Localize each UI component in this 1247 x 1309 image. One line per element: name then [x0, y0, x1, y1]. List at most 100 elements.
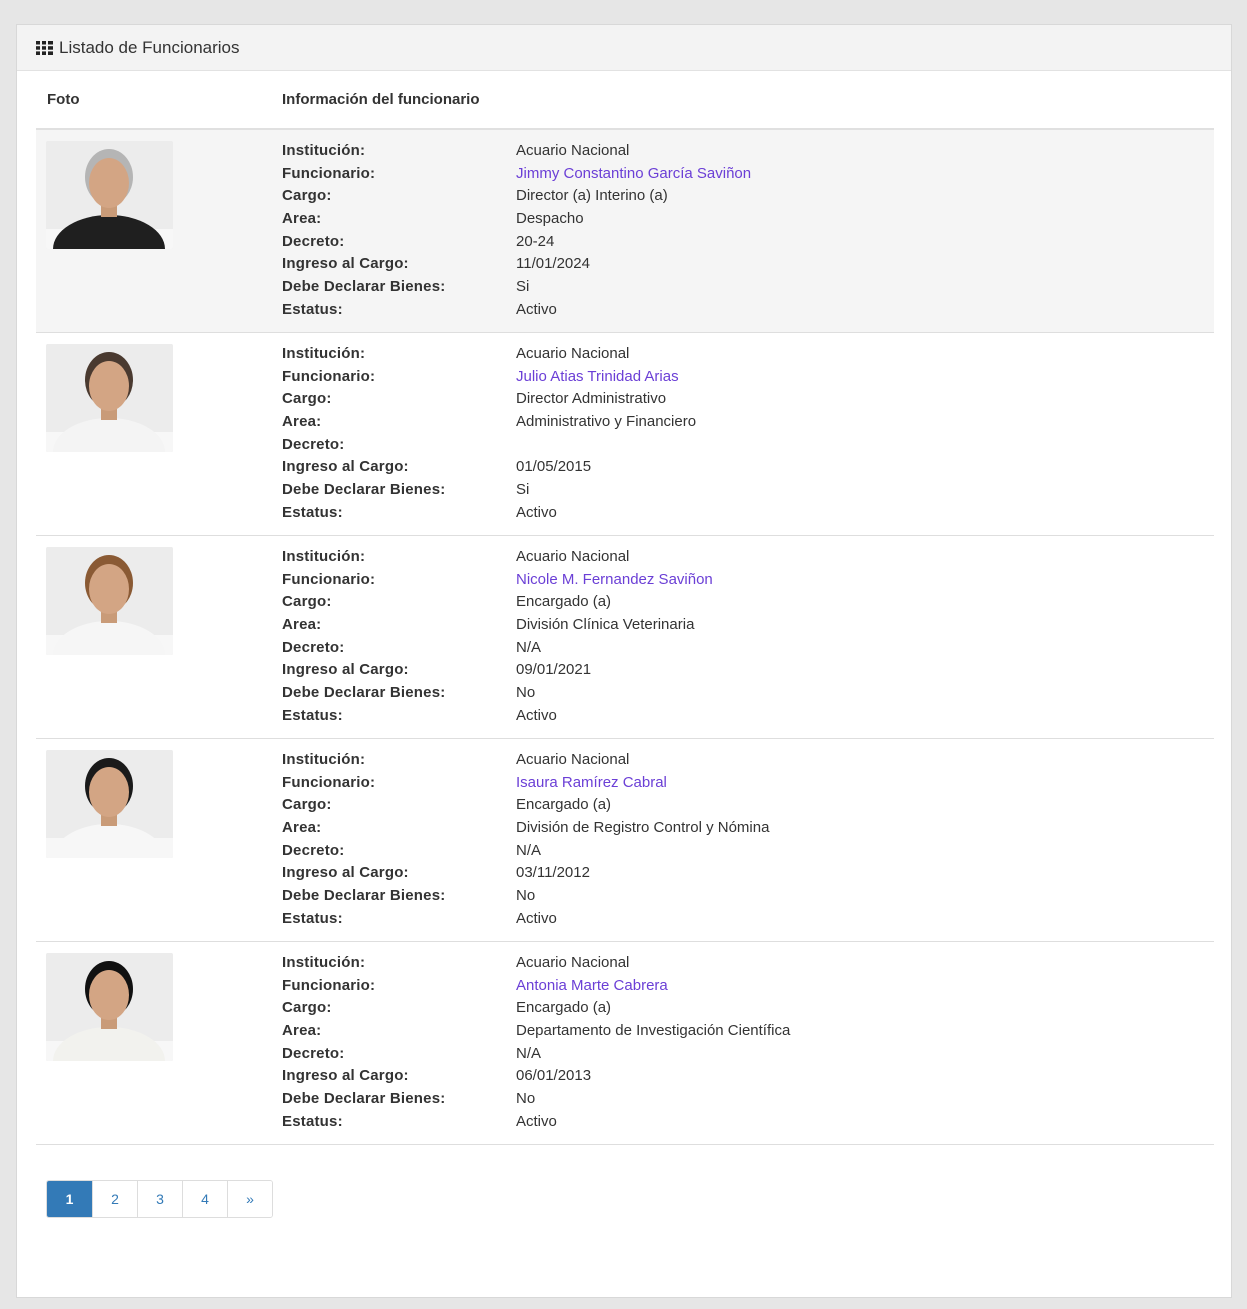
field-declarar: Debe Declarar Bienes: Si	[282, 275, 751, 298]
field-value: No	[516, 1089, 536, 1107]
page-4-button[interactable]: 4	[182, 1181, 227, 1217]
field-area: Area: División Clínica Veterinaria	[282, 613, 713, 636]
field-label: Area:	[282, 615, 322, 633]
field-value: Departamento de Investigación Científica	[516, 1021, 791, 1039]
funcionario-info: Institución: Acuario Nacional Funcionario:…	[282, 748, 769, 930]
funcionarios-table: Foto Información del funcionario Institu…	[36, 71, 1214, 1145]
field-value: 11/01/2024	[516, 255, 590, 273]
funcionario-link[interactable]: Jimmy Constantino García Saviñon	[516, 165, 751, 182]
field-estatus: Estatus: Activo	[282, 298, 751, 321]
field-value: Encargado (a)	[516, 593, 612, 611]
field-estatus: Estatus: Activo	[282, 907, 769, 930]
avatar	[46, 750, 173, 858]
field-value: 03/11/2012	[516, 864, 590, 882]
field-value: Activo	[516, 909, 557, 927]
field-label: Debe Declarar Bienes:	[282, 886, 446, 904]
field-decreto: Decreto: N/A	[282, 636, 713, 659]
field-label: Ingreso al Cargo:	[282, 661, 409, 679]
field-value: Despacho	[516, 209, 584, 227]
field-value: Director Administrativo	[516, 390, 667, 408]
table-header: Foto Información del funcionario	[36, 71, 1214, 130]
field-declarar: Debe Declarar Bienes: No	[282, 884, 769, 907]
table-body: Institución: Acuario Nacional Funcionario:…	[36, 130, 1214, 1145]
field-decreto: Decreto:	[282, 433, 696, 456]
field-funcionario: Funcionario: Julio Atias Trinidad Arias	[282, 365, 696, 388]
field-declarar: Debe Declarar Bienes: Si	[282, 478, 696, 501]
field-value: 20-24	[516, 232, 555, 250]
table-row-3: Institución: Acuario Nacional Funcionario:…	[36, 536, 1214, 739]
table-row-4: Institución: Acuario Nacional Funcionario:…	[36, 739, 1214, 942]
field-label: Funcionario:	[282, 164, 376, 182]
field-label: Cargo:	[282, 390, 332, 408]
field-label: Debe Declarar Bienes:	[282, 480, 446, 498]
field-funcionario: Funcionario: Antonia Marte Cabrera	[282, 974, 790, 997]
field-label: Decreto:	[282, 638, 345, 656]
funcionario-link[interactable]: Isaura Ramírez Cabral	[516, 774, 667, 791]
field-value: Si	[516, 480, 530, 498]
table-row-1: Institución: Acuario Nacional Funcionario:…	[36, 130, 1214, 333]
field-area: Area: Departamento de Investigación Cient…	[282, 1019, 790, 1042]
field-label: Estatus:	[282, 909, 343, 927]
page-next-button[interactable]: »	[227, 1181, 272, 1217]
field-value: Si	[516, 277, 530, 295]
field-label: Ingreso al Cargo:	[282, 1067, 409, 1085]
pagination: 1 2 3 4»	[46, 1180, 273, 1218]
field-label: Cargo:	[282, 999, 332, 1017]
table-row-2: Institución: Acuario Nacional Funcionario:…	[36, 333, 1214, 536]
field-label: Decreto:	[282, 1044, 345, 1062]
field-cargo: Cargo: Director (a) Interino (a)	[282, 184, 751, 207]
field-decreto: Decreto: N/A	[282, 839, 769, 862]
field-value: Acuario Nacional	[516, 547, 630, 565]
avatar	[46, 547, 173, 655]
field-label: Area:	[282, 1021, 322, 1039]
field-ingreso: Ingreso al Cargo: 06/01/2013	[282, 1064, 790, 1087]
field-estatus: Estatus: Activo	[282, 501, 696, 524]
field-declarar: Debe Declarar Bienes: No	[282, 681, 713, 704]
field-cargo: Cargo: Encargado (a)	[282, 996, 790, 1019]
field-label: Cargo:	[282, 187, 332, 205]
field-ingreso: Ingreso al Cargo: 11/01/2024	[282, 252, 751, 275]
funcionario-info: Institución: Acuario Nacional Funcionario:…	[282, 951, 790, 1133]
field-label: Cargo:	[282, 593, 332, 611]
field-label: Decreto:	[282, 232, 345, 250]
funcionario-link[interactable]: Antonia Marte Cabrera	[516, 977, 668, 994]
field-decreto: Decreto: N/A	[282, 1042, 790, 1065]
field-label: Funcionario:	[282, 367, 376, 385]
panel-title: Listado de Funcionarios	[59, 37, 240, 57]
funcionario-link[interactable]: Julio Atias Trinidad Arias	[516, 368, 679, 385]
field-label: Estatus:	[282, 706, 343, 724]
field-institucion: Institución: Acuario Nacional	[282, 139, 751, 162]
field-value: División de Registro Control y Nómina	[516, 818, 770, 836]
funcionario-link[interactable]: Nicole M. Fernandez Saviñon	[516, 571, 713, 588]
page-3-button[interactable]: 3	[137, 1181, 182, 1217]
field-label: Institución:	[282, 344, 366, 362]
field-label: Estatus:	[282, 300, 343, 318]
grid-icon	[36, 40, 53, 55]
field-area: Area: Administrativo y Financiero	[282, 410, 696, 433]
field-decreto: Decreto: 20-24	[282, 230, 751, 253]
page-1-button[interactable]: 1	[47, 1181, 92, 1217]
field-value: No	[516, 683, 536, 701]
avatar	[46, 953, 173, 1061]
field-value: Acuario Nacional	[516, 344, 630, 362]
field-value: Encargado (a)	[516, 999, 612, 1017]
field-ingreso: Ingreso al Cargo: 03/11/2012	[282, 861, 769, 884]
field-declarar: Debe Declarar Bienes: No	[282, 1087, 790, 1110]
field-estatus: Estatus: Activo	[282, 704, 713, 727]
page-2-button[interactable]: 2	[92, 1181, 137, 1217]
funcionario-info: Institución: Acuario Nacional Funcionario:…	[282, 139, 751, 321]
field-label: Estatus:	[282, 1112, 343, 1130]
field-value: 01/05/2015	[516, 458, 592, 476]
field-funcionario: Funcionario: Jimmy Constantino García Sav…	[282, 162, 751, 185]
field-value: N/A	[516, 1044, 542, 1062]
field-value: N/A	[516, 841, 542, 859]
panel-heading: Listado de Funcionarios	[17, 25, 1231, 71]
funcionarios-panel: Listado de Funcionarios Foto Información…	[16, 24, 1232, 1298]
field-label: Cargo:	[282, 796, 332, 814]
table-row-5: Institución: Acuario Nacional Funcionario:…	[36, 942, 1214, 1145]
funcionario-info: Institución: Acuario Nacional Funcionario:…	[282, 545, 713, 727]
field-estatus: Estatus: Activo	[282, 1110, 790, 1133]
funcionario-info: Institución: Acuario Nacional Funcionario:…	[282, 342, 696, 524]
field-cargo: Cargo: Encargado (a)	[282, 793, 769, 816]
field-value: Director (a) Interino (a)	[516, 187, 668, 205]
